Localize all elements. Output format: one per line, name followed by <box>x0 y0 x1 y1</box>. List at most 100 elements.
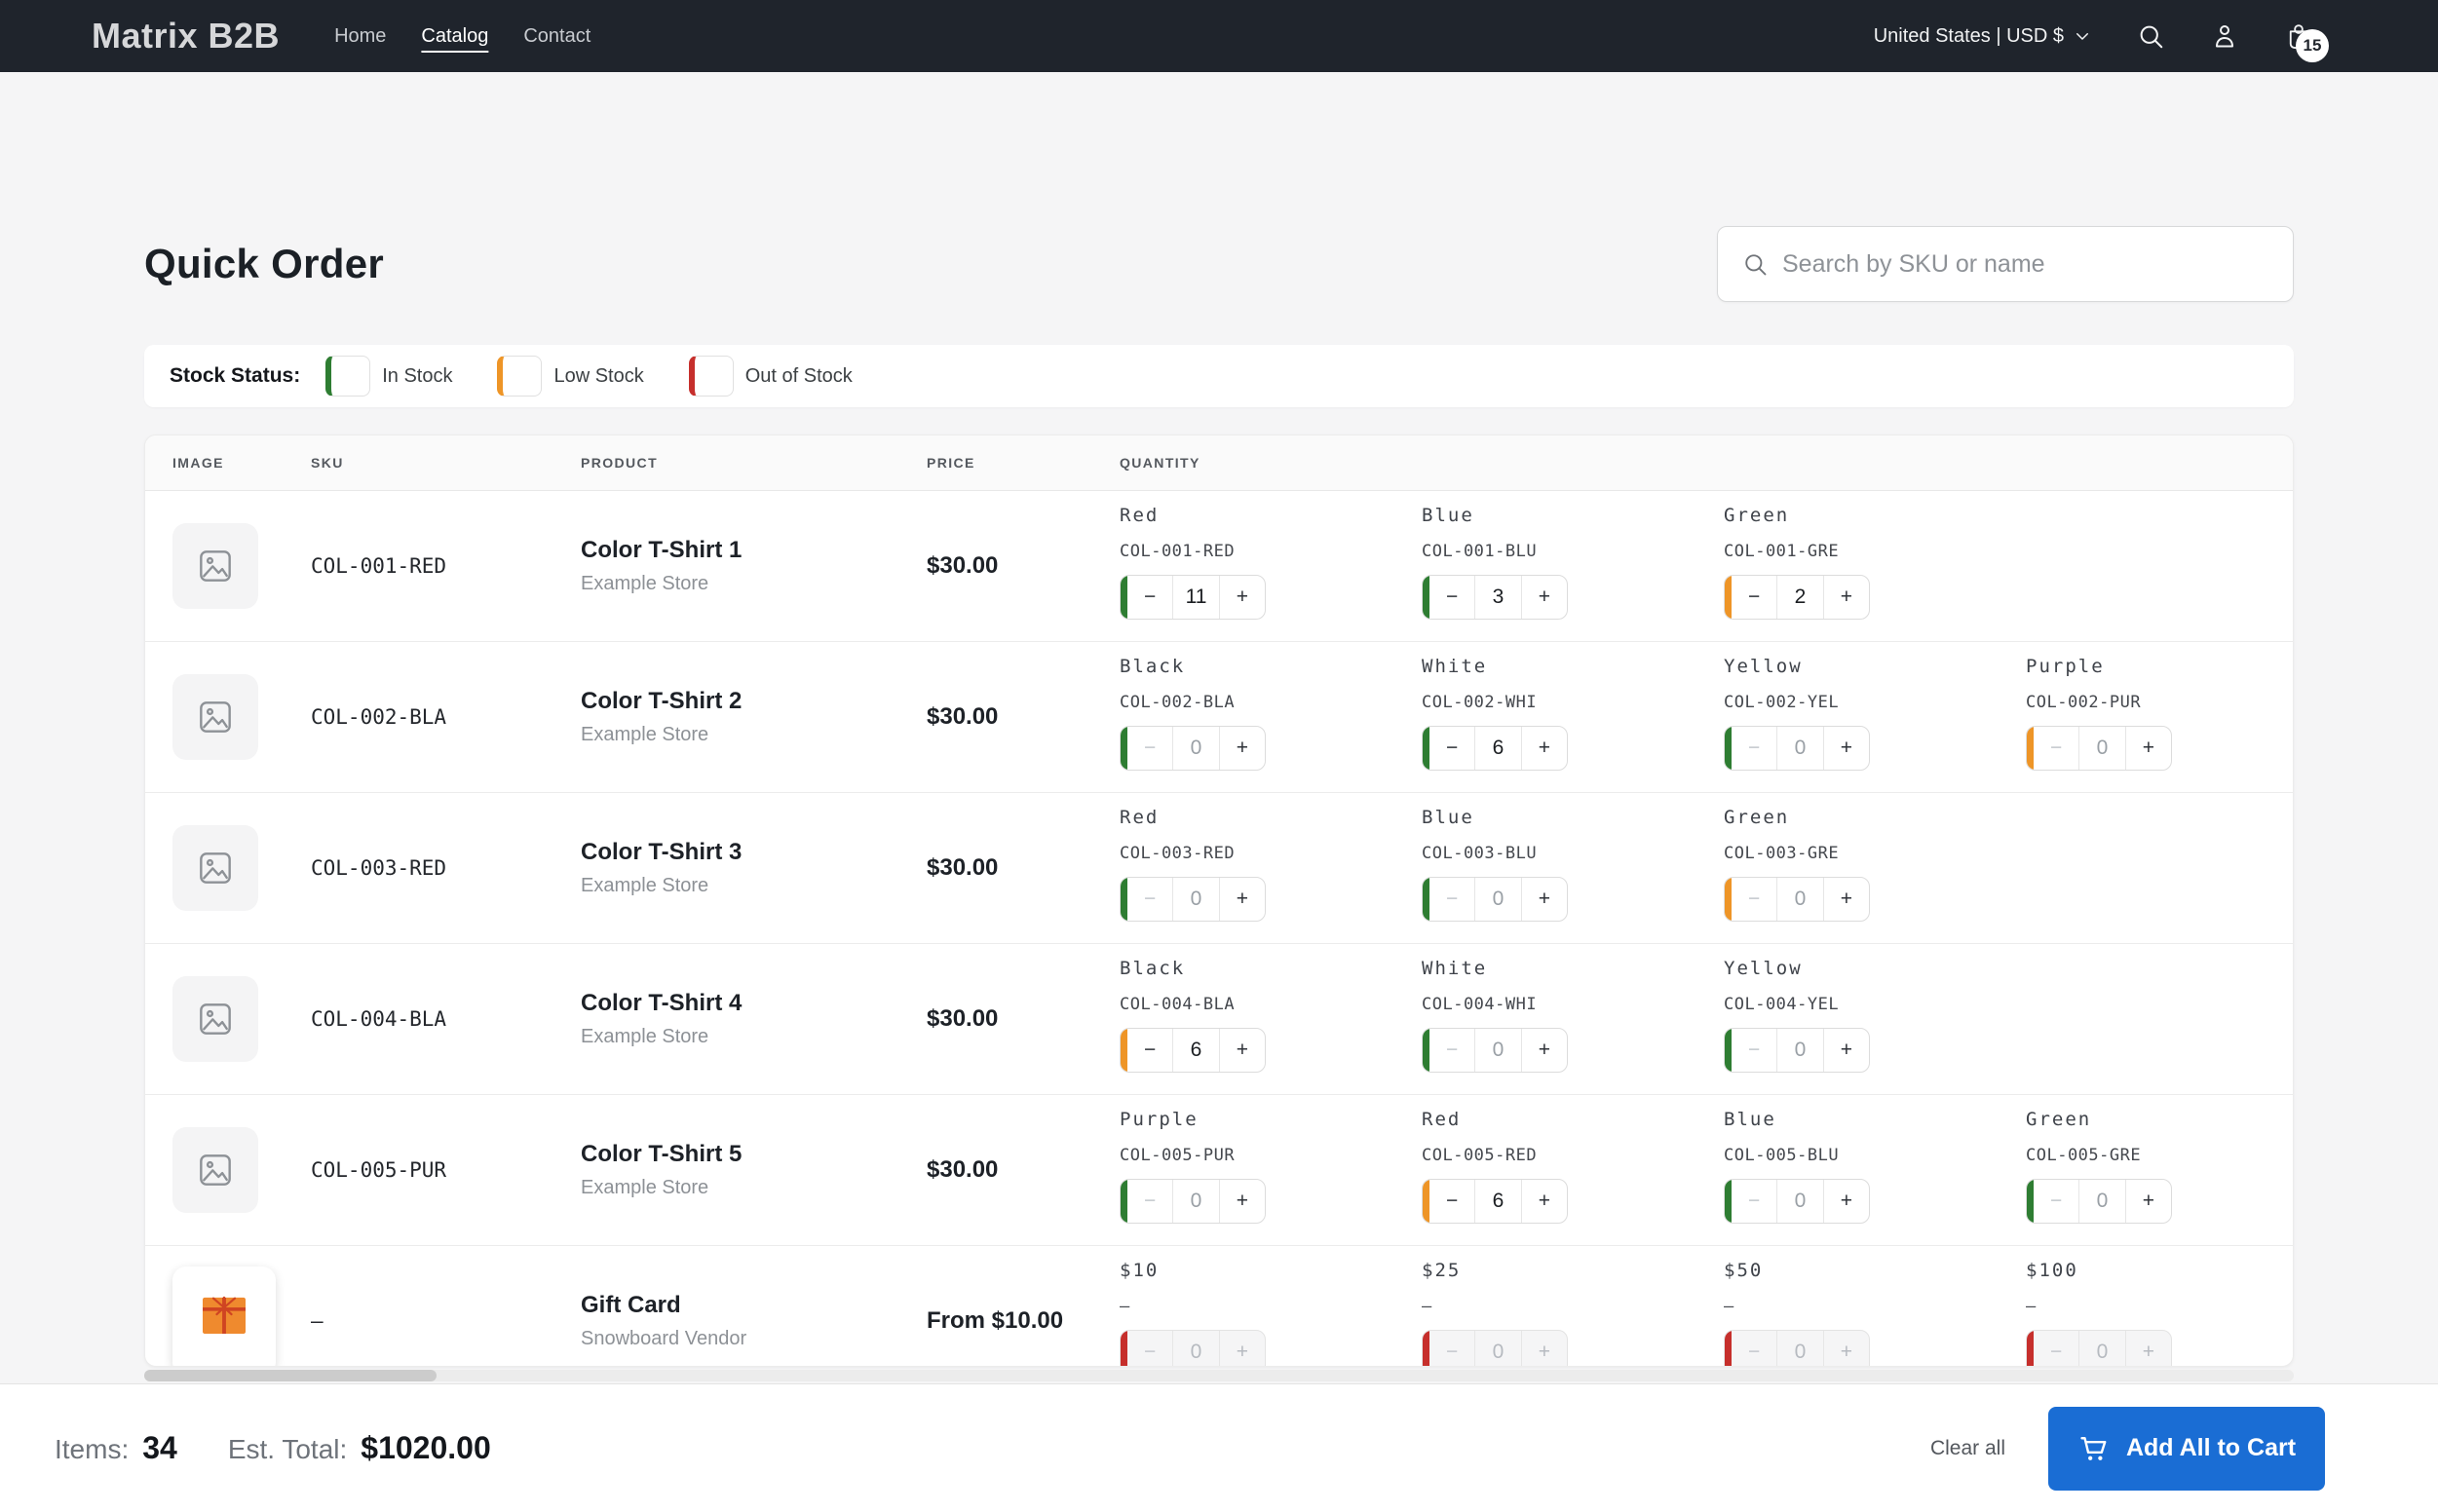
increase-quantity-button[interactable]: + <box>1822 1180 1869 1223</box>
legend-item: Low Stock <box>497 356 644 397</box>
decrease-quantity-button[interactable]: − <box>1429 878 1474 921</box>
column-header-price: PRICE <box>927 455 975 471</box>
quantity-value[interactable]: 0 <box>1172 1331 1218 1366</box>
decrease-quantity-button[interactable]: − <box>1429 576 1474 619</box>
increase-quantity-button[interactable]: + <box>1822 1029 1869 1072</box>
increase-quantity-button[interactable]: + <box>1822 878 1869 921</box>
increase-quantity-button[interactable]: + <box>1218 576 1265 619</box>
horizontal-scrollbar-thumb[interactable] <box>144 1370 437 1381</box>
increase-quantity-button[interactable]: + <box>2124 1331 2171 1366</box>
variant-sku: COL-001-BLU <box>1422 542 1538 561</box>
increase-quantity-button[interactable]: + <box>1520 1029 1567 1072</box>
decrease-quantity-button[interactable]: − <box>1127 1331 1172 1366</box>
increase-quantity-button[interactable]: + <box>1520 878 1567 921</box>
account-icon[interactable] <box>2210 21 2239 51</box>
order-summary-bar: Items: 34 Est. Total: $1020.00 Clear all… <box>0 1383 2438 1512</box>
product-sku: COL-001-RED <box>311 554 447 578</box>
quantity-value[interactable]: 6 <box>1172 1029 1218 1072</box>
increase-quantity-button[interactable]: + <box>1520 1331 1567 1366</box>
decrease-quantity-button[interactable]: − <box>1127 878 1172 921</box>
decrease-quantity-button[interactable]: − <box>1429 727 1474 770</box>
increase-quantity-button[interactable]: + <box>1822 727 1869 770</box>
decrease-quantity-button[interactable]: − <box>1429 1331 1474 1366</box>
quantity-value[interactable]: 0 <box>1172 1180 1218 1223</box>
quantity-value[interactable]: 0 <box>1776 727 1822 770</box>
cart-button[interactable]: 15 <box>2284 21 2329 62</box>
quantity-value[interactable]: 0 <box>1776 1029 1822 1072</box>
search-input[interactable] <box>1782 249 2269 279</box>
decrease-quantity-button[interactable]: − <box>1127 576 1172 619</box>
table-row: COL-004-BLA Color T-Shirt 4 Example Stor… <box>145 944 2293 1095</box>
quantity-value[interactable]: 6 <box>1474 727 1520 770</box>
quantity-value[interactable]: 0 <box>1474 1029 1520 1072</box>
quantity-stepper: − 2 + <box>1724 575 1870 620</box>
quantity-value[interactable]: 0 <box>1776 1180 1822 1223</box>
decrease-quantity-button[interactable]: − <box>2034 727 2078 770</box>
increase-quantity-button[interactable]: + <box>1218 1029 1265 1072</box>
product-sku: COL-003-RED <box>311 856 447 880</box>
variant-sku: COL-005-RED <box>1422 1146 1538 1165</box>
increase-quantity-button[interactable]: + <box>1218 1331 1265 1366</box>
increase-quantity-button[interactable]: + <box>1218 878 1265 921</box>
increase-quantity-button[interactable]: + <box>1822 576 1869 619</box>
increase-quantity-button[interactable]: + <box>1218 727 1265 770</box>
increase-quantity-button[interactable]: + <box>1520 1180 1567 1223</box>
decrease-quantity-button[interactable]: − <box>2034 1180 2078 1223</box>
increase-quantity-button[interactable]: + <box>1520 727 1567 770</box>
search-icon[interactable] <box>2136 21 2165 51</box>
legend-item: In Stock <box>325 356 452 397</box>
increase-quantity-button[interactable]: + <box>2124 727 2171 770</box>
stock-status-swatch <box>688 356 734 397</box>
clear-all-button[interactable]: Clear all <box>1930 1437 2005 1460</box>
decrease-quantity-button[interactable]: − <box>1732 1029 1776 1072</box>
search-icon <box>1745 254 1767 276</box>
store-logo[interactable]: Matrix B2B <box>92 16 280 57</box>
quantity-value[interactable]: 0 <box>1172 878 1218 921</box>
variant-column: Red COL-003-RED − 0 + <box>1120 807 1422 943</box>
legend-item-label: Out of Stock <box>744 364 853 387</box>
quantity-value[interactable]: 11 <box>1172 576 1218 619</box>
increase-quantity-button[interactable]: + <box>2124 1180 2171 1223</box>
increase-quantity-button[interactable]: + <box>1822 1331 1869 1366</box>
decrease-quantity-button[interactable]: − <box>1732 878 1776 921</box>
decrease-quantity-button[interactable]: − <box>1732 576 1776 619</box>
decrease-quantity-button[interactable]: − <box>1429 1029 1474 1072</box>
quantity-value[interactable]: 0 <box>1474 1331 1520 1366</box>
decrease-quantity-button[interactable]: − <box>1732 1180 1776 1223</box>
quantity-value[interactable]: 0 <box>2078 1180 2124 1223</box>
nav-link[interactable]: Home <box>334 25 386 48</box>
product-sku: COL-002-BLA <box>311 705 447 729</box>
decrease-quantity-button[interactable]: − <box>2034 1331 2078 1366</box>
decrease-quantity-button[interactable]: − <box>1127 1180 1172 1223</box>
table-body: COL-001-RED Color T-Shirt 1 Example Stor… <box>145 491 2293 1366</box>
quick-order-table: IMAGE SKU PRODUCT PRICE QUANTITY COL-001… <box>144 435 2294 1367</box>
decrease-quantity-button[interactable]: − <box>1429 1180 1474 1223</box>
increase-quantity-button[interactable]: + <box>1218 1180 1265 1223</box>
quantity-value[interactable]: 2 <box>1776 576 1822 619</box>
locale-currency-selector[interactable]: United States | USD $ <box>1874 25 2091 48</box>
variant-column: $10 – − 0 + <box>1120 1260 1422 1366</box>
decrease-quantity-button[interactable]: − <box>1732 1331 1776 1366</box>
nav-link[interactable]: Catalog <box>421 25 488 48</box>
quantity-value[interactable]: 0 <box>2078 1331 2124 1366</box>
decrease-quantity-button[interactable]: − <box>1127 727 1172 770</box>
quantity-value[interactable]: 0 <box>2078 727 2124 770</box>
quantity-value[interactable]: 0 <box>1474 878 1520 921</box>
quantity-value[interactable]: 0 <box>1776 1331 1822 1366</box>
product-vendor: Example Store <box>581 1026 709 1047</box>
nav-link[interactable]: Contact <box>523 25 590 48</box>
variant-name: Red <box>1120 807 1160 828</box>
decrease-quantity-button[interactable]: − <box>1127 1029 1172 1072</box>
stock-indicator <box>1121 1029 1127 1072</box>
increase-quantity-button[interactable]: + <box>1520 576 1567 619</box>
variant-list: Red COL-003-RED − 0 + Blue COL-003-BLU −… <box>1120 793 2266 943</box>
add-all-to-cart-button[interactable]: Add All to Cart <box>2048 1406 2325 1491</box>
quantity-value[interactable]: 0 <box>1172 727 1218 770</box>
table-header-row: IMAGE SKU PRODUCT PRICE QUANTITY <box>145 435 2293 491</box>
product-price: $30.00 <box>927 552 999 579</box>
quantity-value[interactable]: 3 <box>1474 576 1520 619</box>
decrease-quantity-button[interactable]: − <box>1732 727 1776 770</box>
quantity-value[interactable]: 0 <box>1776 878 1822 921</box>
quantity-value[interactable]: 6 <box>1474 1180 1520 1223</box>
variant-column: $100 – − 0 + <box>2026 1260 2266 1366</box>
